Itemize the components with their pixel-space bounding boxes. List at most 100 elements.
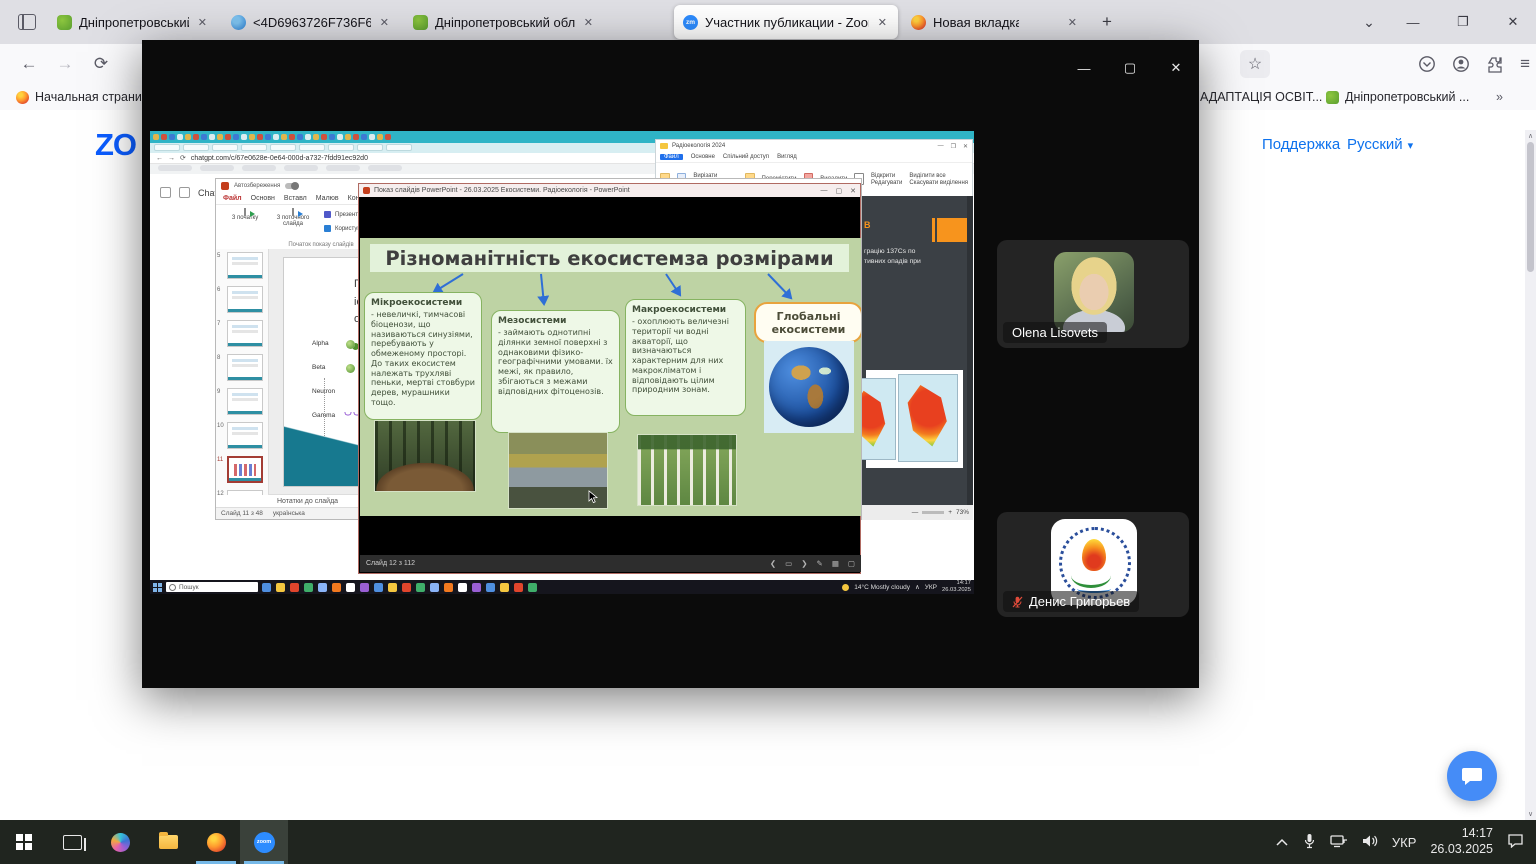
refresh-icon[interactable]: ⟳	[86, 50, 116, 78]
remote-app-icon	[290, 583, 299, 592]
explorer-title: Радіоекологія 2024	[672, 143, 725, 149]
firefox-icon	[207, 833, 226, 852]
firefox-favicon-icon	[911, 15, 926, 30]
slideshow-footer: Слайд 12 з 112 ❮ ▭ ❯ ✎ ▦ ▢	[360, 555, 861, 572]
new-tab-button[interactable]: +	[1092, 7, 1122, 37]
support-link[interactable]: Поддержка	[1262, 136, 1340, 153]
tab-dnipro-1[interactable]: Дніпропетровський обласний ✕	[48, 5, 218, 39]
explorer-menu-share: Спільний доступ	[723, 154, 769, 160]
remote-bookmark-shape	[200, 165, 234, 171]
action-center-icon[interactable]	[1507, 833, 1524, 851]
remote-app-icon	[262, 583, 271, 592]
bookmark-star-icon[interactable]: ☆	[1240, 50, 1270, 78]
remote-tab-shape	[270, 144, 296, 151]
bookmark-label: Начальная страница	[35, 90, 156, 104]
slideshow-slide-counter: Слайд 12 з 112	[366, 560, 415, 567]
forward-icon[interactable]: →	[50, 50, 80, 78]
remote-app-icon	[416, 583, 425, 592]
tray-chevron-icon: ∧	[915, 583, 920, 591]
tab-close-icon[interactable]: ✕	[378, 14, 391, 31]
remote-app-icon	[304, 583, 313, 592]
remote-app-icon	[444, 583, 453, 592]
remote-favicon-dot	[361, 134, 367, 140]
account-icon[interactable]	[1452, 55, 1470, 73]
page-scrollbar[interactable]: ∧ ∨	[1525, 130, 1536, 820]
windows-logo-icon	[16, 834, 32, 850]
clover-favicon-icon	[1326, 91, 1339, 104]
zoom-maximize-button[interactable]: ▢	[1107, 52, 1153, 84]
copilot-button[interactable]	[96, 820, 144, 864]
scrollbar-thumb[interactable]	[1527, 142, 1534, 272]
tab-new[interactable]: Новая вкладка ✕	[902, 5, 1088, 39]
ppt-tab-home: Основн	[251, 195, 275, 202]
tray-chevron-icon[interactable]	[1275, 835, 1289, 850]
network-tray-icon[interactable]	[1330, 834, 1348, 851]
zoom-minimize-button[interactable]: —	[1061, 52, 1107, 84]
microphone-tray-icon[interactable]	[1303, 833, 1316, 852]
from-current-icon	[292, 208, 294, 216]
bookmark-home[interactable]: Начальная страница	[16, 84, 156, 110]
support-chat-fab[interactable]	[1447, 751, 1497, 801]
remote-favicon-dot	[313, 134, 319, 140]
volume-tray-icon[interactable]	[1362, 834, 1378, 851]
participant-tile-denys[interactable]: Денис Григорьев	[997, 512, 1189, 617]
remote-favicon-dot	[177, 134, 183, 140]
doc-text-line: грацію 137Cs по	[864, 248, 915, 255]
ecosystem-box-micro: Мікроекосистеми - невеличкі, тимчасові б…	[364, 292, 482, 420]
zoom-out-icon: —	[912, 509, 919, 516]
bookmarks-overflow-chevron-icon[interactable]: »	[1496, 84, 1503, 110]
beta-particle-icon	[346, 364, 355, 373]
list-all-tabs-chevron-icon[interactable]: ⌄	[1352, 7, 1386, 37]
tab-close-icon[interactable]: ✕	[876, 14, 889, 31]
tab-hex-doc[interactable]: <4D6963726F736F667420576F7 ✕	[222, 5, 400, 39]
from-current-label: З поточного слайда	[270, 215, 316, 227]
remote-start-icon	[153, 583, 162, 592]
window-close-button[interactable]: ✕	[1490, 2, 1536, 42]
tab-close-icon[interactable]: ✕	[196, 14, 209, 31]
remote-favicon-dot	[337, 134, 343, 140]
window-restore-button[interactable]: ❐	[1440, 2, 1486, 42]
remote-favicon-dot	[273, 134, 279, 140]
zoom-taskbar-button[interactable]: zoom	[240, 820, 288, 864]
firefox-view-button[interactable]	[10, 7, 44, 37]
back-icon[interactable]: ←	[14, 50, 44, 78]
ecosystem-box-global: Глобальні екосистеми	[754, 302, 861, 343]
tab-zoom-active[interactable]: zm Участник публикации - Zoom ✕	[674, 5, 898, 39]
firefox-taskbar-button[interactable]	[192, 820, 240, 864]
ecosystem-box-meso: Мезосистеми - займають однотипні ділянки…	[491, 310, 620, 433]
participant-tile-olena[interactable]: Olena Lisovets	[997, 240, 1189, 348]
remote-bookmark-shape	[158, 165, 192, 171]
language-indicator[interactable]: УКР	[1392, 835, 1417, 850]
remote-time: 14:17	[942, 580, 971, 587]
remote-app-icon	[318, 583, 327, 592]
firefox-tab-bar: Дніпропетровський обласний ✕ <4D6963726F…	[0, 0, 1536, 44]
remote-favicon-dot	[209, 134, 215, 140]
display-settings-icon: ▢	[848, 559, 855, 568]
tab-close-icon[interactable]: ✕	[1066, 14, 1079, 31]
pocket-icon[interactable]	[1418, 55, 1436, 73]
tab-dnipro-2[interactable]: Дніпропетровський обласний ✕	[404, 5, 604, 39]
desktop: Дніпропетровський обласний ✕ <4D6963726F…	[0, 0, 1536, 864]
teams-icon	[324, 211, 331, 218]
bookmark-adaptation[interactable]: АДАПТАЦІЯ ОСВІТ...	[1200, 84, 1322, 110]
clock[interactable]: 14:17 26.03.2025	[1430, 826, 1493, 857]
bookmark-label: АДАПТАЦІЯ ОСВІТ...	[1200, 90, 1322, 104]
language-selector[interactable]: Русский▾	[1347, 136, 1413, 153]
menu-icon[interactable]: ≡	[1520, 54, 1530, 74]
task-view-button[interactable]	[48, 820, 96, 864]
zoom-close-button[interactable]: ✕	[1153, 52, 1199, 84]
zoom-slider	[922, 511, 944, 514]
file-explorer-button[interactable]	[144, 820, 192, 864]
bookmark-dnipro[interactable]: Дніпропетровський ...	[1326, 84, 1469, 110]
tab-close-icon[interactable]: ✕	[582, 14, 595, 31]
sidebar-toggle-icon	[160, 187, 171, 198]
scroll-up-icon[interactable]: ∧	[1525, 132, 1536, 140]
remote-app-icon	[528, 583, 537, 592]
avatar	[1054, 252, 1134, 332]
extensions-icon[interactable]	[1486, 55, 1504, 73]
start-button[interactable]	[0, 820, 48, 864]
participant-name: Olena Lisovets	[1012, 325, 1098, 340]
scroll-down-icon[interactable]: ∨	[1525, 810, 1536, 818]
window-minimize-button[interactable]: —	[1390, 2, 1436, 42]
remote-tab-shape	[328, 144, 354, 151]
